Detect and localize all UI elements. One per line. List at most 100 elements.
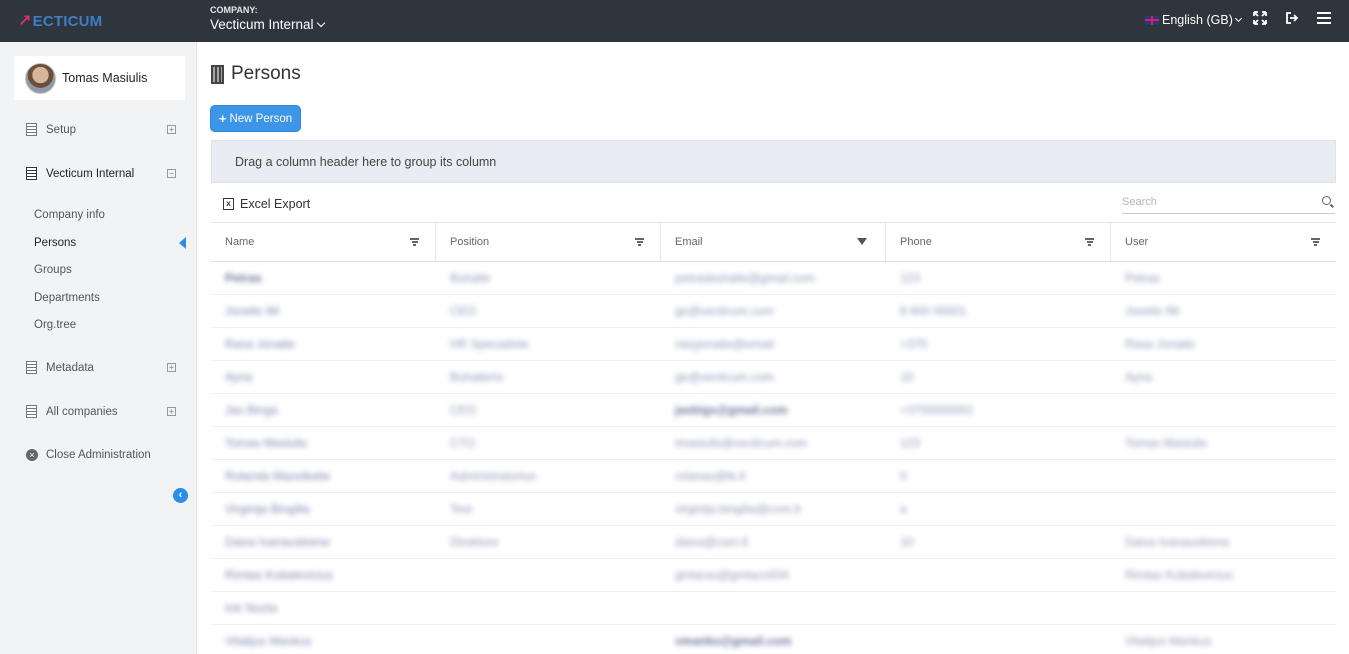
cell-email: rasyjonaite@email (675, 337, 774, 351)
cell-user: Tomas Masiulis (1125, 436, 1208, 450)
vecticum-logo[interactable]: ↗ ECTICUM (18, 11, 102, 31)
table-row[interactable]: Petras Buhalte petrasbuhalte@gmail.com 123 P… (211, 262, 1336, 295)
language-selector[interactable]: English (GB) (1145, 13, 1242, 27)
excel-export-button[interactable]: x Excel Export (223, 197, 310, 211)
cell-position: Buhalte (450, 271, 491, 285)
filter-icon[interactable] (1085, 238, 1094, 246)
table-row[interactable]: Tomas Masiulis CTO tmasiulis@vecticum.com 1… (211, 427, 1336, 460)
menu-icon[interactable] (1315, 11, 1333, 29)
cell-position: CTO (450, 436, 476, 450)
cell-user: Jonelis IM (1125, 304, 1180, 318)
cell-name: Rasa Jonaite (225, 337, 296, 351)
column-header-phone[interactable]: Phone (886, 223, 1111, 261)
sidebar-item-label: Metadata (46, 361, 94, 374)
cell-name: Rimtas Kubalevicius (225, 568, 334, 582)
table-row[interactable]: Rolanda Mazeikaite Administratorius rolana… (211, 460, 1336, 493)
cell-email: ge@vecticum.com (675, 304, 774, 318)
cell-name: Tomas Masiulis (225, 436, 308, 450)
table-row[interactable]: Jas Binga CEO jasbigs@gmail.com +3700000001 (211, 394, 1336, 427)
table-row[interactable]: Rasa Jonaite HR Specialiste rasyjonaite@em… (211, 328, 1336, 361)
filter-active-icon[interactable] (857, 238, 867, 245)
column-header-email[interactable]: Email (661, 223, 886, 261)
building-icon (26, 123, 37, 136)
sidebar-item-label: Setup (46, 123, 77, 136)
top-bar: ↗ ECTICUM COMPANY: Vecticum Internal Eng… (0, 0, 1349, 42)
table-row[interactable]: Intr Nozta (211, 592, 1336, 625)
filter-icon[interactable] (410, 238, 419, 246)
collapse-toggle-icon[interactable]: − (167, 169, 176, 178)
sidebar-subitem-departments[interactable]: Departments (34, 292, 100, 304)
search-box[interactable] (1122, 192, 1335, 214)
expand-toggle-icon[interactable]: + (167, 407, 176, 416)
cell-user (1111, 394, 1336, 426)
table-row[interactable]: Rimtas Kubalevicius gintaras@gmtacv934 Rim… (211, 559, 1336, 592)
cell-position: HR Specialiste (450, 337, 529, 351)
sidebar-item-label: Vecticum Internal (46, 167, 135, 180)
active-indicator (179, 237, 186, 249)
cell-user: Ayna (1125, 370, 1153, 384)
user-card[interactable]: Tomas Masiulis (14, 56, 185, 100)
sidebar-subitem-company-info[interactable]: Company info (34, 209, 105, 221)
sidebar-item-close-administration[interactable]: × Close Administration (26, 449, 178, 461)
cell-position (436, 592, 661, 624)
user-name: Tomas Masiulis (62, 71, 148, 85)
cell-email: daiva@com.lt (675, 535, 748, 549)
building-icon (26, 361, 37, 374)
cell-user: Vitalijus Mankus (1125, 634, 1212, 648)
company-name[interactable]: Vecticum Internal (210, 17, 314, 32)
cell-name: Intr Nozta (225, 601, 278, 615)
grid-body: Petras Buhalte petrasbuhalte@gmail.com 123 P… (211, 262, 1336, 654)
cell-phone: 123 (900, 271, 921, 285)
table-row[interactable]: Daiva Ivanauskiene Direktore daiva@com.lt 1… (211, 526, 1336, 559)
cell-email: ge@vecticum.com (675, 370, 774, 384)
logout-icon[interactable] (1283, 11, 1301, 29)
cell-phone: 10 (900, 370, 914, 384)
cell-user (1111, 460, 1336, 492)
cell-user: Petras (1125, 271, 1160, 285)
cell-phone: 10 (900, 535, 914, 549)
cell-email: petrasbuhalte@gmail.com (675, 271, 815, 285)
group-panel[interactable]: Drag a column header here to group its c… (211, 140, 1336, 183)
company-label: COMPANY: (210, 5, 258, 15)
cell-email: jasbigs@gmail.com (675, 403, 788, 417)
cell-name: Jas Binga (225, 403, 278, 417)
column-header-name[interactable]: Name (211, 223, 436, 261)
collapse-sidebar-icon[interactable]: ‹ (173, 488, 188, 503)
column-header-position[interactable]: Position (436, 223, 661, 261)
language-label[interactable]: English (GB) (1162, 13, 1233, 27)
cell-name: Daiva Ivanauskiene (225, 535, 330, 549)
grid-header: Name Position Email Phone User (211, 223, 1336, 262)
expand-toggle-icon[interactable]: + (167, 363, 176, 372)
cell-user: Rasa Jonaite (1125, 337, 1196, 351)
chevron-down-icon[interactable] (1234, 14, 1242, 23)
avatar (25, 62, 56, 94)
sidebar-item-all-companies[interactable]: All companies + (26, 405, 178, 418)
table-row[interactable]: Vitalijus Mankus vmanko@gmail.com Vitaliju… (211, 625, 1336, 654)
sidebar-subitem-org-tree[interactable]: Org.tree (34, 319, 76, 331)
table-row[interactable]: Virginija Bingilia Test virginija.bingilia… (211, 493, 1336, 526)
cell-phone: a (900, 502, 907, 516)
expand-icon[interactable] (1251, 11, 1269, 29)
cell-phone: 8 600 00001 (900, 304, 967, 318)
table-row[interactable]: Jonelis IM CEO ge@vecticum.com 8 600 00001 J… (211, 295, 1336, 328)
expand-toggle-icon[interactable]: + (167, 125, 176, 134)
filter-icon[interactable] (635, 238, 644, 246)
company-selector[interactable]: COMPANY: Vecticum Internal (210, 5, 325, 32)
cell-user (1111, 592, 1336, 624)
sidebar-item-label: All companies (46, 405, 118, 418)
sidebar-item-metadata[interactable]: Metadata + (26, 361, 178, 374)
filter-icon[interactable] (1311, 238, 1320, 246)
sidebar-subitem-persons[interactable]: Persons (34, 237, 76, 249)
sidebar-item-setup[interactable]: Setup + (26, 123, 178, 136)
new-person-button[interactable]: + New Person (210, 105, 301, 132)
search-input[interactable] (1122, 192, 1312, 212)
column-header-user[interactable]: User (1111, 223, 1336, 261)
persons-grid: Name Position Email Phone User Petras Buh… (211, 223, 1336, 654)
chevron-down-icon[interactable] (316, 18, 325, 28)
sidebar-subitem-groups[interactable]: Groups (34, 264, 72, 276)
table-row[interactable]: Ayna Buhalteris ge@vecticum.com 10 Ayna (211, 361, 1336, 394)
cell-user: Rimtas Kubalevicius (1125, 568, 1234, 582)
sidebar-item-vecticum-internal[interactable]: Vecticum Internal − (26, 167, 178, 180)
cell-phone (886, 559, 1111, 591)
search-icon[interactable] (1322, 196, 1331, 205)
